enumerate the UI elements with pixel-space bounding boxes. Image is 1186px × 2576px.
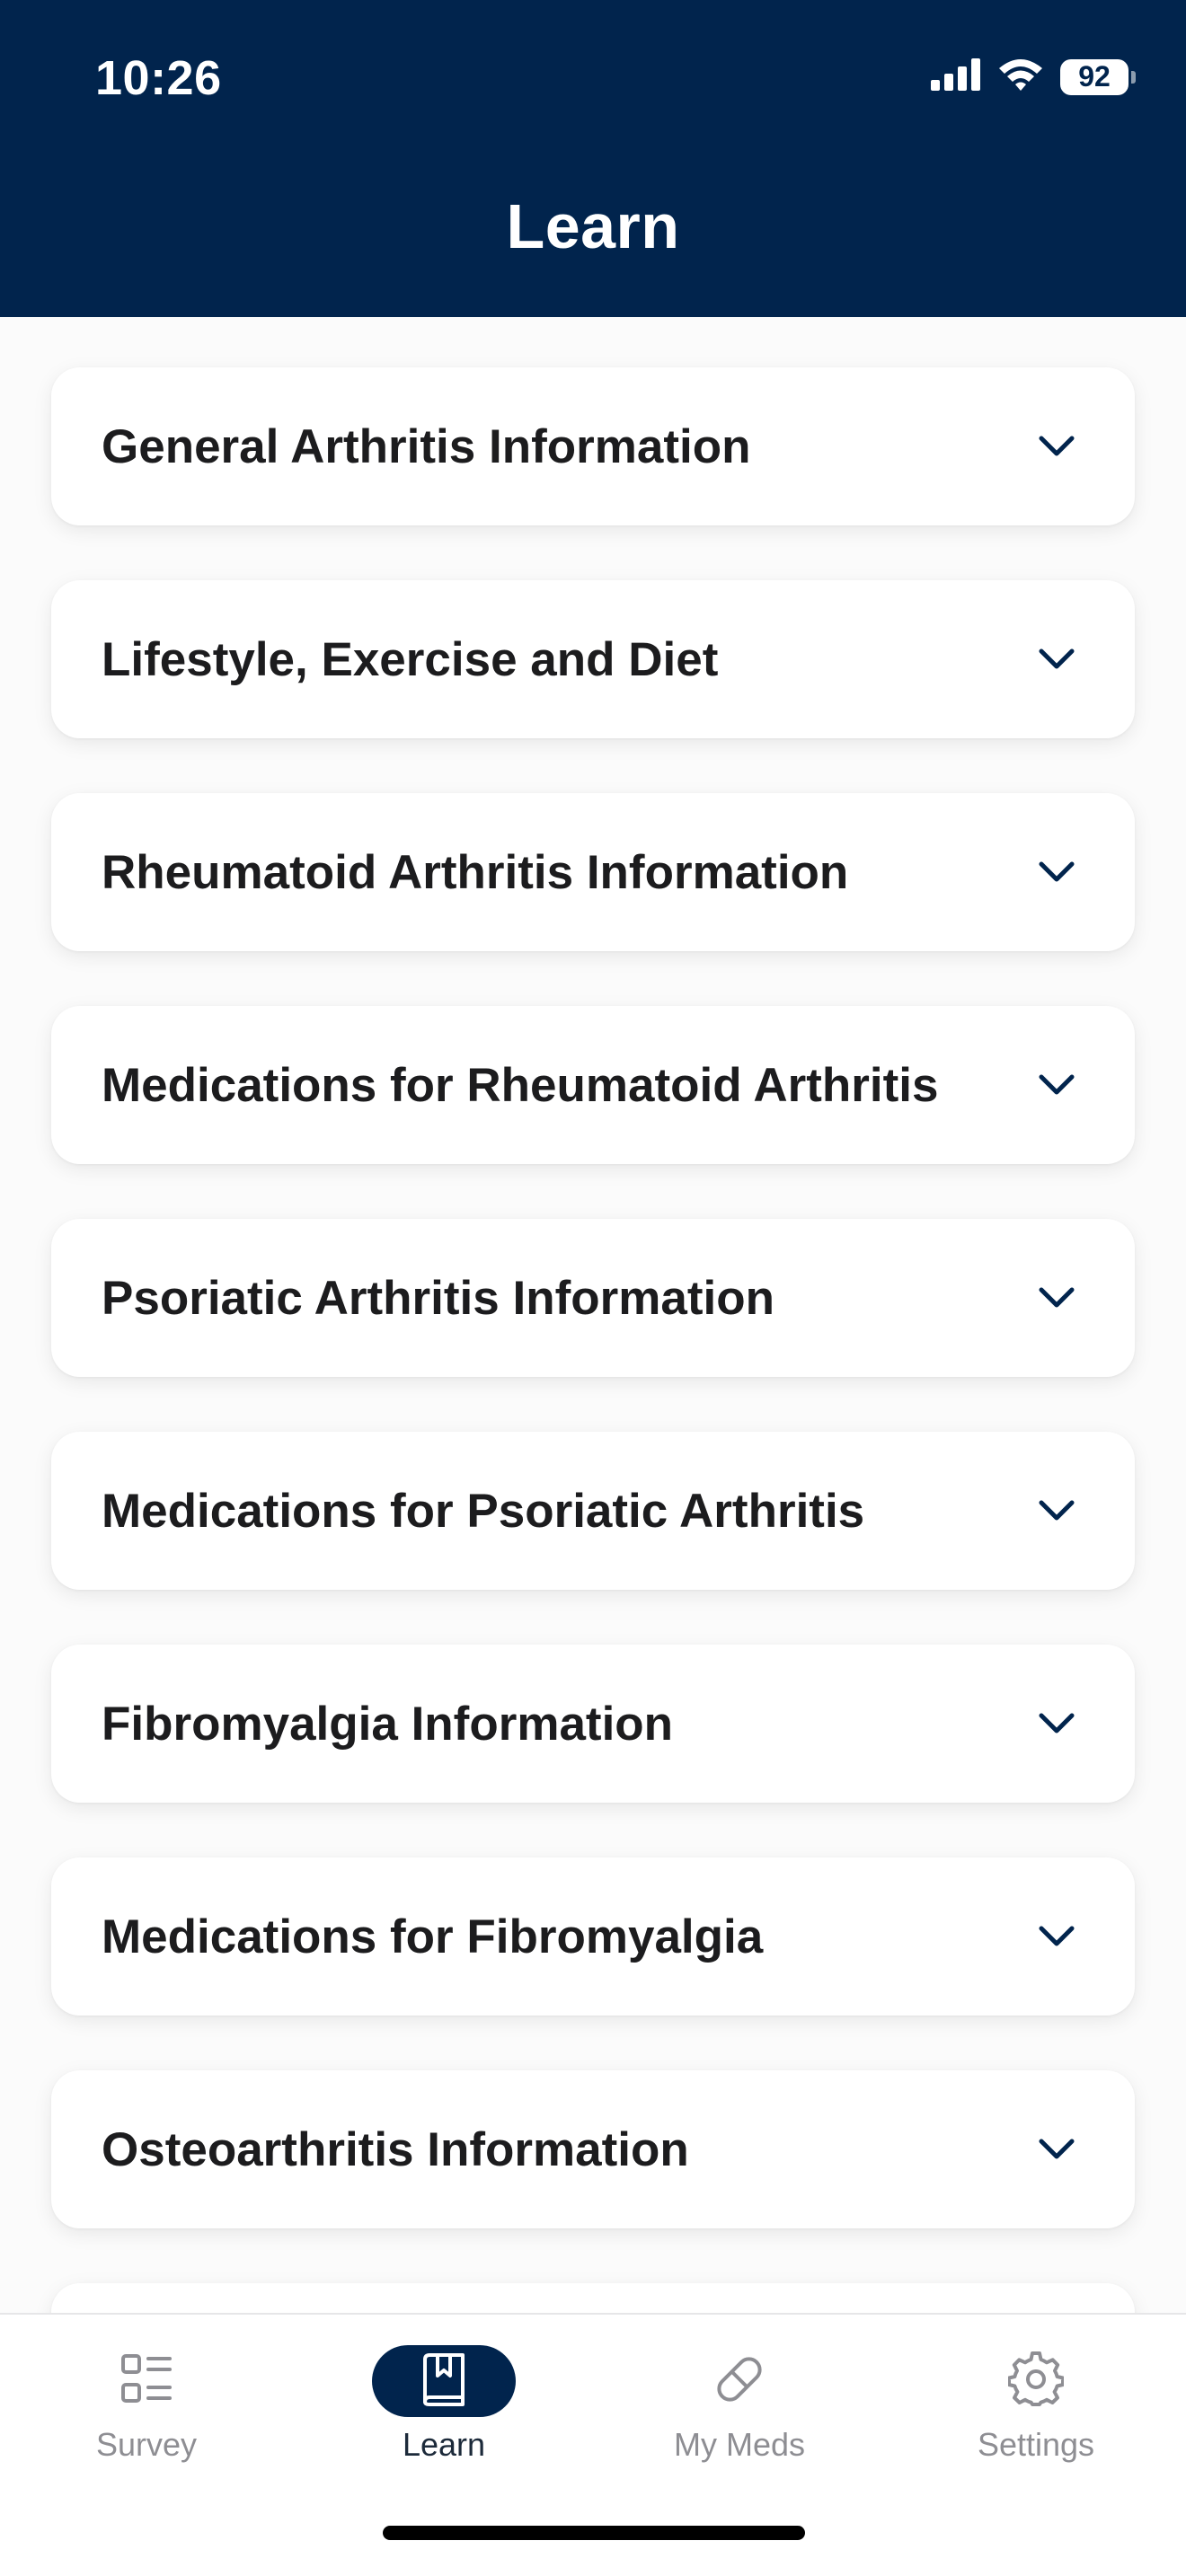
topic-card-osteoarthritis-info[interactable]: Osteoarthritis Information: [51, 2070, 1135, 2228]
gear-icon: [1007, 2351, 1065, 2412]
header-bar: 10:26 92 Learn: [0, 0, 1186, 317]
battery-icon: 92: [1060, 58, 1136, 95]
book-icon: [420, 2352, 468, 2411]
page-title: Learn: [506, 191, 680, 261]
home-indicator: [383, 2526, 805, 2540]
topic-label: Lifestyle, Exercise and Diet: [102, 632, 719, 686]
topic-label: Osteoarthritis Information: [102, 2122, 689, 2176]
topic-card-psoriatic-meds[interactable]: Medications for Psoriatic Arthritis: [51, 1432, 1135, 1590]
chevron-down-icon[interactable]: [1036, 1703, 1077, 1744]
chevron-down-icon[interactable]: [1036, 426, 1077, 467]
chevron-down-icon[interactable]: [1036, 639, 1077, 680]
topic-label: Rheumatoid Arthritis Information: [102, 845, 849, 899]
topic-card-partial[interactable]: [51, 2283, 1135, 2313]
battery-level: 92: [1078, 60, 1111, 93]
status-icons: 92: [931, 57, 1136, 96]
tab-my-meds-icon-wrap: [668, 2345, 811, 2417]
topic-card-general-arthritis[interactable]: General Arthritis Information: [51, 367, 1135, 525]
tab-survey-label: Survey: [95, 2426, 198, 2463]
tab-settings[interactable]: Settings: [928, 2345, 1144, 2480]
tab-learn[interactable]: Learn: [336, 2345, 552, 2480]
signal-icon: [931, 58, 981, 95]
topic-label: Medications for Rheumatoid Arthritis: [102, 1058, 939, 1112]
tab-learn-icon-wrap: [372, 2345, 516, 2417]
tab-settings-icon-wrap: [964, 2345, 1108, 2417]
battery-cap: [1131, 70, 1136, 84]
tab-survey-icon-wrap: [75, 2345, 218, 2417]
topic-list[interactable]: General Arthritis Information Lifestyle,…: [0, 317, 1186, 2313]
topic-label: Psoriatic Arthritis Information: [102, 1271, 774, 1325]
tab-learn-label: Learn: [402, 2426, 486, 2463]
topic-card-rheumatoid-meds[interactable]: Medications for Rheumatoid Arthritis: [51, 1006, 1135, 1164]
wifi-icon: [997, 57, 1044, 96]
survey-list-icon: [119, 2352, 173, 2411]
chevron-down-icon[interactable]: [1036, 1064, 1077, 1106]
tab-settings-label: Settings: [977, 2426, 1095, 2463]
pill-icon: [712, 2351, 767, 2412]
tab-my-meds-label: My Meds: [673, 2426, 806, 2463]
topic-label: Medications for Fibromyalgia: [102, 1910, 764, 1963]
chevron-down-icon[interactable]: [1036, 851, 1077, 893]
status-time: 10:26: [95, 51, 222, 105]
app-screen: 10:26 92 Learn General Arthritis Informa…: [0, 0, 1186, 2576]
topic-card-fibromyalgia-info[interactable]: Fibromyalgia Information: [51, 1645, 1135, 1803]
chevron-down-icon[interactable]: [1036, 2129, 1077, 2170]
topic-card-rheumatoid-info[interactable]: Rheumatoid Arthritis Information: [51, 793, 1135, 951]
chevron-down-icon[interactable]: [1036, 1490, 1077, 1531]
topic-card-psoriatic-info[interactable]: Psoriatic Arthritis Information: [51, 1219, 1135, 1377]
topic-label: General Arthritis Information: [102, 419, 751, 473]
tab-bar: Survey Learn My Meds Settings: [0, 2313, 1186, 2576]
topic-label: Fibromyalgia Information: [102, 1697, 674, 1751]
tab-my-meds[interactable]: My Meds: [632, 2345, 847, 2480]
tab-survey[interactable]: Survey: [39, 2345, 254, 2480]
topic-label: Medications for Psoriatic Arthritis: [102, 1484, 865, 1538]
topic-card-fibromyalgia-meds[interactable]: Medications for Fibromyalgia: [51, 1857, 1135, 2016]
chevron-down-icon[interactable]: [1036, 1916, 1077, 1957]
topic-card-lifestyle[interactable]: Lifestyle, Exercise and Diet: [51, 580, 1135, 738]
chevron-down-icon[interactable]: [1036, 1277, 1077, 1319]
